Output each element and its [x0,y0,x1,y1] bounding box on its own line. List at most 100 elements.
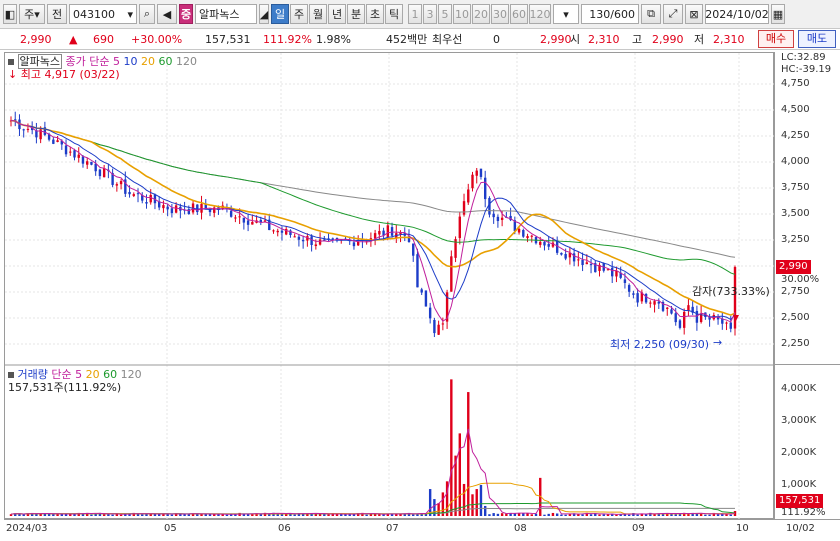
chevron-down-icon[interactable]: ▾ [127,8,133,21]
period-tab[interactable]: 월 [309,4,327,24]
interval-dropdown[interactable]: ▾ [553,4,579,24]
volume-bar [145,514,148,516]
chart-type-icon[interactable]: ◧ [3,4,17,24]
candle-body [467,189,470,203]
volume-bar [280,514,284,516]
volume-settings-icon[interactable] [8,372,14,378]
legend-ma10: 10 [123,55,138,68]
menu-dropdown[interactable]: 주 ▾ [19,4,45,24]
draw-line-icon[interactable]: ⤢ [663,4,683,24]
volume-bar [467,392,470,516]
candle-body [632,293,635,295]
interval-tab[interactable]: 20 [472,4,490,24]
period-tab[interactable]: 주 [290,4,308,24]
candle-body [22,129,25,131]
candle-body [314,244,318,247]
sell-button[interactable]: 매도 [798,30,836,48]
reset-icon[interactable]: ⊠ [685,4,703,24]
candle-body [301,239,305,242]
volume-bar [543,514,546,516]
candle-body [530,235,533,237]
buy-button[interactable]: 매수 [758,30,794,48]
date-axis: 2024/03 05 06 07 08 09 10 10/02 [4,519,840,541]
candle-body [386,225,390,238]
volume-bar [437,503,440,516]
interval-tab[interactable]: 5 [438,4,452,24]
volume-tick: 1,000K [781,479,817,490]
period-tab[interactable]: 초 [366,4,384,24]
stock-chart[interactable] [5,53,775,520]
code-input[interactable]: 043100 ▾ [69,4,137,24]
candle-body [280,230,284,233]
interval-tab[interactable]: 3 [423,4,437,24]
candle-body [26,128,30,130]
candle-body [276,230,279,233]
date-field[interactable]: 2024/10/02 [705,4,769,24]
period-tab[interactable]: 년 [328,4,346,24]
interval-tab[interactable]: 1 [408,4,422,24]
volume-bar [149,514,152,516]
stock-name-field[interactable]: 알파녹스 [195,4,257,24]
candle-body [378,231,381,235]
volume-bar [378,514,381,516]
volume-bar [547,513,550,516]
chart-frame[interactable] [4,52,775,520]
price-tag: 2,990 [776,260,811,274]
jeon-button[interactable]: 전 [47,4,67,24]
candle-body [475,170,478,176]
candle-body [352,242,356,247]
volume-bar [729,514,732,516]
price-tick: 4,000 [781,156,810,167]
interval-tab[interactable]: 30 [491,4,509,24]
price-tick: 3,750 [781,182,810,193]
interval-tabs: 1 3 5 10 20 30 60 120 [408,4,551,24]
search-icon[interactable]: ⌕ [139,4,155,24]
volume-tag: 157,531 [776,494,824,508]
low-value: 2,310 [713,32,745,46]
candle-body [615,271,618,277]
interval-tab[interactable]: 10 [453,4,471,24]
candle-body [670,309,673,314]
candle-body [149,194,152,203]
volume-bar [526,513,529,516]
interval-tab[interactable]: 120 [529,4,551,24]
candle-body [666,307,669,309]
period-tab[interactable]: 분 [347,4,365,24]
price-tick: 2,250 [781,338,810,349]
volume-bar [708,514,711,516]
candle-body [678,320,682,328]
speaker-icon[interactable]: ◀ [157,4,177,24]
date-tick: 10 [736,523,749,534]
vol-ma5-line [10,428,736,515]
range-field[interactable]: 130/600 [581,4,639,24]
period-tab[interactable]: 일 [271,4,289,24]
candle-body [136,193,140,195]
candle-body [272,230,275,232]
candle-body [297,236,301,240]
candle-body [526,236,529,239]
volume-tick: 4,000K [781,383,817,394]
period-tab[interactable]: 틱 [385,4,403,24]
high-value: 2,990 [652,32,684,46]
name-arrow-icon[interactable]: ◢ [259,4,269,24]
candle-body [170,208,174,214]
open-label: 시 [570,33,581,46]
candle-body [611,267,614,277]
settings-square-icon[interactable] [8,59,14,65]
candle-body [725,322,728,324]
candle-body [229,210,233,217]
calendar-icon[interactable]: ▦ [771,4,785,24]
volume-bar [602,514,605,516]
max-label: 최고 4,917 (03/22) [20,68,120,81]
candle-icon[interactable]: ⧉ [641,4,661,24]
volume-bar [102,514,106,516]
volume-bar [170,514,174,516]
menu-label: 주 [24,8,35,21]
candle-body [102,168,106,178]
volume-bar [90,514,93,516]
price-tick: 4,250 [781,130,810,141]
down-arrow-icon: ↓ [8,68,18,81]
interval-tab[interactable]: 60 [510,4,528,24]
legend-ma60: 60 [158,55,173,68]
ma60-line [10,120,736,275]
